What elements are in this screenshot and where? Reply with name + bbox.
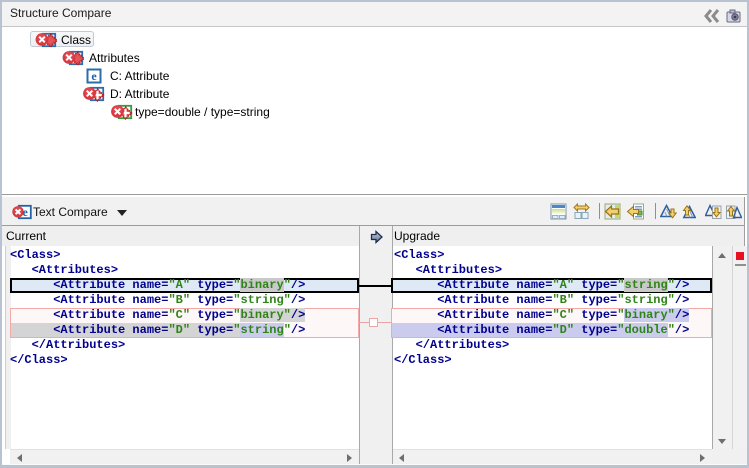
svg-text:e: e [91, 69, 97, 83]
